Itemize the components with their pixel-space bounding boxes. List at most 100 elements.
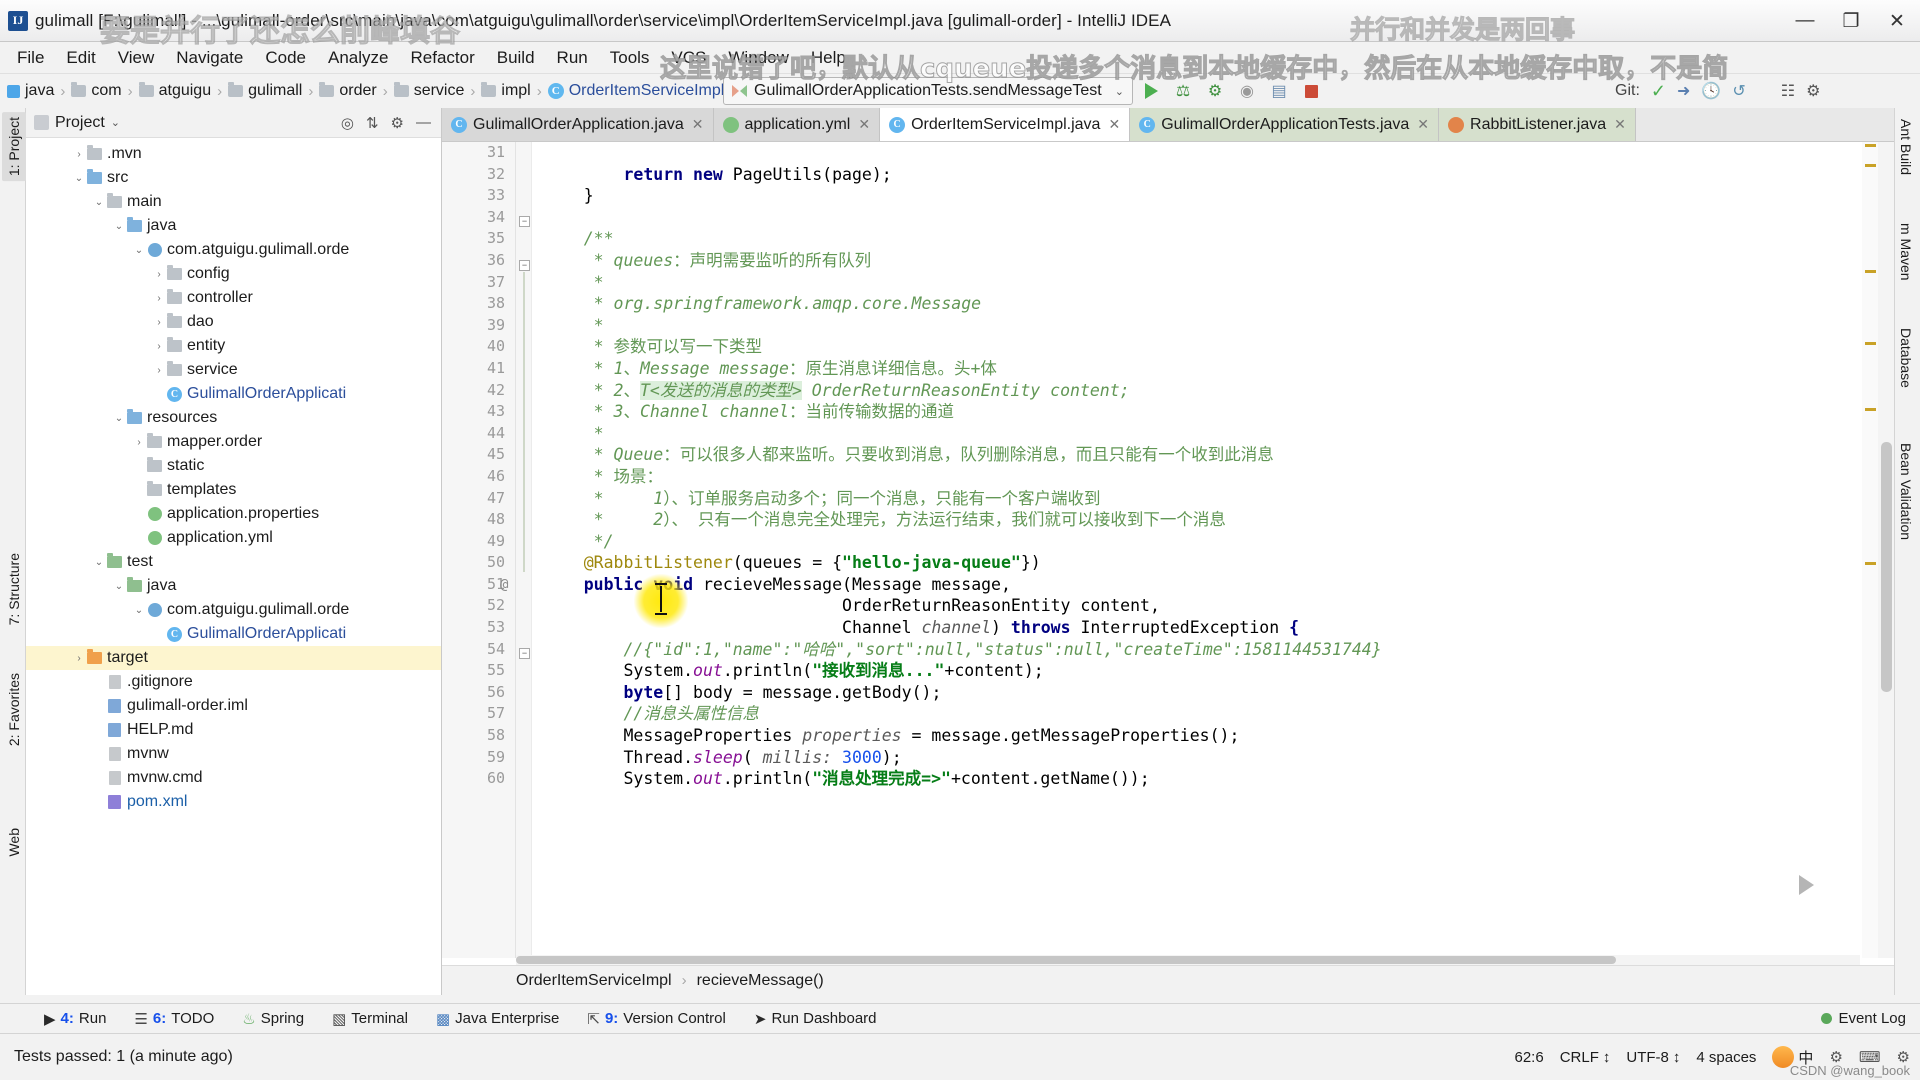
breadcrumb-item-impl[interactable]: impl xyxy=(478,80,533,102)
close-icon[interactable]: ✕ xyxy=(1108,116,1120,133)
breadcrumb-class[interactable]: OrderItemServiceImpl xyxy=(516,972,672,990)
chevron-down-icon[interactable]: ⌄ xyxy=(112,581,126,592)
tree-node[interactable]: ⌄ java xyxy=(26,214,441,238)
tool-window-version-control[interactable]: ⇱ 9: Version Control xyxy=(573,1008,739,1030)
search-everywhere-icon[interactable]: ☷ xyxy=(1781,81,1795,101)
chevron-right-icon[interactable]: › xyxy=(72,653,86,664)
tree-node[interactable]: › mapper.order xyxy=(26,430,441,454)
code-line[interactable]: System.out.println("接收到消息..."+content); xyxy=(544,660,1894,682)
code-line[interactable]: * 参数可以写一下类型 xyxy=(544,336,1894,358)
code-line[interactable]: */ xyxy=(544,531,1894,553)
hide-icon[interactable]: — xyxy=(416,114,431,131)
chevron-right-icon[interactable]: › xyxy=(152,317,166,328)
tree-node[interactable]: ⌄ main xyxy=(26,190,441,214)
tool-window-run[interactable]: ▶ 4: Run xyxy=(30,1008,120,1030)
tree-node[interactable]: gulimall-order.iml xyxy=(26,694,441,718)
settings-icon[interactable]: ⚙ xyxy=(391,114,404,132)
warning-marker[interactable] xyxy=(1865,562,1876,565)
code-line[interactable]: * 1、Message message：原生消息详细信息。头+体 xyxy=(544,358,1894,380)
chevron-down-icon[interactable]: ⌄ xyxy=(111,116,120,129)
collapse-all-icon[interactable]: ⇅ xyxy=(366,114,379,132)
fold-marker[interactable]: − xyxy=(519,260,530,271)
menu-item-window[interactable]: Window xyxy=(717,45,799,71)
menu-item-analyze[interactable]: Analyze xyxy=(317,45,399,71)
tree-node[interactable]: C GulimallOrderApplicati xyxy=(26,382,441,406)
tree-node[interactable]: mvnw.cmd xyxy=(26,766,441,790)
menu-item-file[interactable]: File xyxy=(6,45,55,71)
editor-horizontal-scrollbar[interactable] xyxy=(516,955,1860,965)
code-line[interactable]: System.out.println("消息处理完成=>"+content.ge… xyxy=(544,768,1894,790)
attach-icon[interactable]: ▤ xyxy=(1268,80,1290,102)
code-line[interactable]: //{"id":1,"name":"哈哈","sort":null,"statu… xyxy=(544,639,1894,661)
maximize-button[interactable]: ❐ xyxy=(1828,0,1874,42)
menu-item-help[interactable]: Help xyxy=(800,45,857,71)
tree-node[interactable]: › dao xyxy=(26,310,441,334)
chevron-right-icon[interactable]: › xyxy=(72,149,86,160)
warning-marker[interactable] xyxy=(1865,164,1876,167)
code-line[interactable]: MessageProperties properties = message.g… xyxy=(544,725,1894,747)
source-code-text[interactable]: return new PageUtils(page); } /** * queu… xyxy=(532,142,1894,958)
chevron-down-icon[interactable]: ⌄ xyxy=(92,197,106,208)
project-tree[interactable]: › .mvn ⌄ src ⌄ main ⌄ java ⌄ com.atguigu.gulimall… xyxy=(26,138,441,995)
tree-node[interactable]: › entity xyxy=(26,334,441,358)
close-icon[interactable]: ✕ xyxy=(1417,116,1429,133)
tool-window-java-enterprise[interactable]: ▩ Java Enterprise xyxy=(422,1008,573,1030)
code-line[interactable]: //消息头属性信息 xyxy=(544,703,1894,725)
tree-node[interactable]: › config xyxy=(26,262,441,286)
line-separator[interactable]: CRLF ↕ xyxy=(1560,1049,1611,1066)
run-icon[interactable] xyxy=(1140,80,1162,102)
chevron-right-icon[interactable]: › xyxy=(132,437,146,448)
tool-window-terminal[interactable]: ▧ Terminal xyxy=(318,1008,422,1030)
tree-node[interactable]: › service xyxy=(26,358,441,382)
menu-item-run[interactable]: Run xyxy=(546,45,599,71)
tree-node[interactable]: ⌄ test xyxy=(26,550,441,574)
code-line[interactable]: * org.springframework.amqp.core.Message xyxy=(544,293,1894,315)
code-line[interactable]: OrderReturnReasonEntity content, xyxy=(544,595,1894,617)
code-line[interactable]: * xyxy=(544,272,1894,294)
tree-node[interactable]: ⌄ com.atguigu.gulimall.orde xyxy=(26,598,441,622)
menu-item-navigate[interactable]: Navigate xyxy=(165,45,254,71)
editor-tab-orderitemserviceimpl[interactable]: C OrderItemServiceImpl.java ✕ xyxy=(880,108,1131,141)
menu-item-refactor[interactable]: Refactor xyxy=(399,45,485,71)
tree-node[interactable]: ⌄ java xyxy=(26,574,441,598)
fold-marker[interactable]: − xyxy=(519,648,530,659)
sidebar-item-bean-validation[interactable]: Bean Validation xyxy=(1894,438,1918,545)
run-configuration-selector[interactable]: GulimallOrderApplicationTests.sendMessag… xyxy=(723,77,1133,105)
code-line[interactable]: * Queue：可以很多人都来监听。只要收到消息，队列删除消息，而且只能有一个收… xyxy=(544,444,1894,466)
editor-tab-gulimallorderapplicationtests[interactable]: C GulimallOrderApplicationTests.java ✕ xyxy=(1130,108,1440,141)
menu-item-vcs[interactable]: VCS xyxy=(660,45,717,71)
sidebar-item-database[interactable]: Database xyxy=(1894,323,1918,393)
tree-node[interactable]: HELP.md xyxy=(26,718,441,742)
code-line[interactable]: public void recieveMessage(Message messa… xyxy=(544,574,1894,596)
scrollbar-thumb[interactable] xyxy=(516,956,1616,964)
tree-node[interactable]: mvnw xyxy=(26,742,441,766)
menu-item-edit[interactable]: Edit xyxy=(55,45,106,71)
scrollbar-thumb[interactable] xyxy=(1881,442,1892,692)
editor-tab-gulimallorderapplication[interactable]: C GulimallOrderApplication.java ✕ xyxy=(442,108,714,141)
menu-item-code[interactable]: Code xyxy=(254,45,317,71)
tool-window-run-dashboard[interactable]: ➤ Run Dashboard xyxy=(740,1008,891,1030)
sidebar-item-structure[interactable]: 7: Structure xyxy=(2,548,26,630)
file-encoding[interactable]: UTF-8 ↕ xyxy=(1626,1049,1680,1066)
breadcrumb-method[interactable]: recieveMessage() xyxy=(697,972,824,990)
close-icon[interactable]: ✕ xyxy=(1614,116,1626,133)
editor-tab-rabbitlistener[interactable]: RabbitListener.java ✕ xyxy=(1439,108,1636,141)
editor-vertical-scrollbar[interactable] xyxy=(1878,142,1894,958)
editor-marker-column[interactable] xyxy=(1862,142,1878,958)
sidebar-item-project[interactable]: 1: Project xyxy=(2,112,26,182)
tree-node[interactable]: › .mvn xyxy=(26,142,441,166)
commit-icon[interactable]: ➜ xyxy=(1677,81,1690,101)
event-log-button[interactable]: Event Log xyxy=(1821,1010,1920,1027)
warning-marker[interactable] xyxy=(1865,408,1876,411)
code-editor[interactable]: 31 32 33 34 35 36 37 38 39 40 41 42 43 44 45 46 47 48 49 50… xyxy=(442,142,1894,958)
fold-marker[interactable]: − xyxy=(519,216,530,227)
rollback-icon[interactable]: ↺ xyxy=(1732,81,1745,101)
chevron-right-icon[interactable]: › xyxy=(152,341,166,352)
chevron-right-icon[interactable]: › xyxy=(152,365,166,376)
chevron-right-icon[interactable]: › xyxy=(152,269,166,280)
warning-marker[interactable] xyxy=(1865,144,1876,147)
warning-marker[interactable] xyxy=(1865,270,1876,273)
tree-node[interactable]: C GulimallOrderApplicati xyxy=(26,622,441,646)
breadcrumb-item-service[interactable]: service xyxy=(391,80,468,102)
code-folding-column[interactable]: − − − xyxy=(516,142,532,958)
